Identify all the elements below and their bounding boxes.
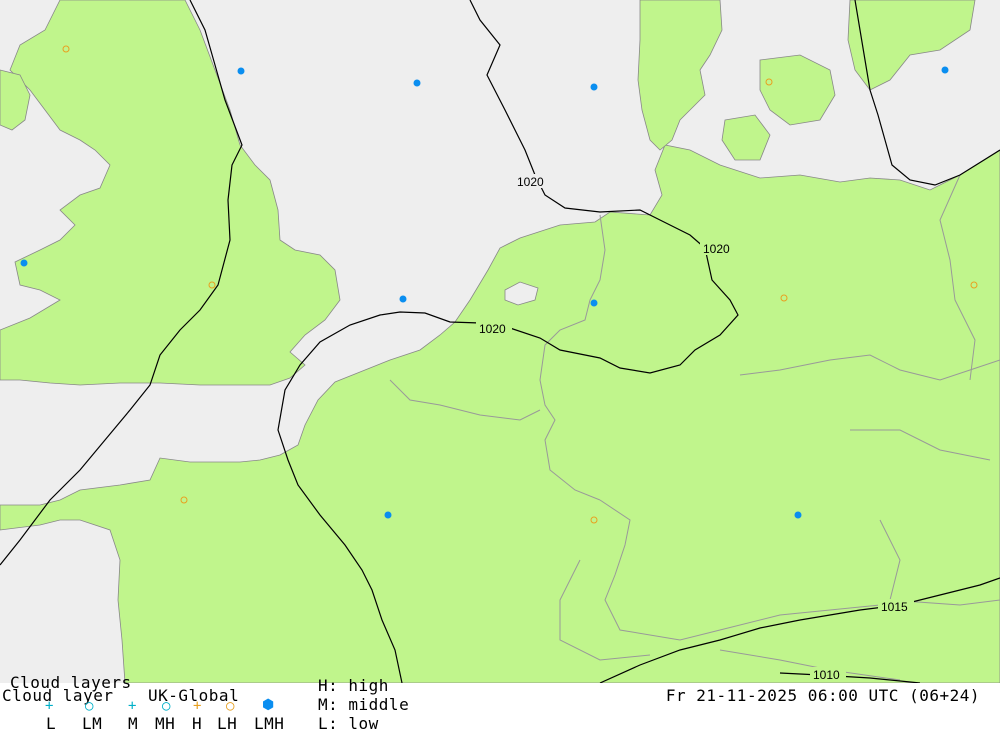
cloud-symbol-lmh (20, 259, 28, 267)
isobar-label: 1020 (479, 322, 506, 336)
symbol-l-icon: + (45, 698, 54, 714)
symbol-lh-icon: ○ (226, 698, 235, 714)
layer-label-l: L (46, 714, 57, 733)
cloud-symbol-lmh (384, 511, 392, 519)
symbol-h-icon: + (193, 698, 202, 714)
key-low: L: low (318, 714, 379, 733)
layer-label-lh: LH (217, 714, 238, 733)
symbol-mh-icon: ○ (162, 698, 171, 714)
isobar-label: 1015 (881, 600, 908, 614)
key-high: H: high (318, 676, 389, 695)
cloud-symbol-lmh (794, 511, 802, 519)
symbol-lm-icon: ○ (85, 698, 94, 714)
legend-bar: Cloud layers Cloud layer UK-Global + ○ +… (0, 675, 1000, 733)
cloud-symbol-lmh (399, 295, 407, 303)
symbol-lmh-icon: ⬢ (262, 697, 275, 713)
cloud-symbol-lmh (413, 79, 421, 87)
cloud-symbol-lmh (941, 66, 949, 74)
symbol-m-icon: + (128, 698, 137, 714)
layer-label-mh: MH (155, 714, 176, 733)
key-middle: M: middle (318, 695, 410, 714)
legend-title: Cloud layer (2, 686, 114, 705)
cloud-symbol-lmh (590, 83, 598, 91)
layer-label-h: H (192, 714, 203, 733)
cloud-layer-map: 1020 1020 1020 1015 1010 (0, 0, 1000, 683)
layer-label-lm: LM (82, 714, 103, 733)
cloud-symbol-lmh (237, 67, 245, 75)
cloud-symbol-lmh (590, 299, 598, 307)
isobar-label: 1020 (517, 175, 544, 189)
layer-label-m: M (128, 714, 139, 733)
forecast-datetime: Fr 21-11-2025 06:00 UTC (06+24) (665, 686, 980, 705)
isobar-label: 1020 (703, 242, 730, 256)
layer-label-lmh: LMH (254, 714, 285, 733)
isobar-label: 1010 (813, 668, 840, 682)
